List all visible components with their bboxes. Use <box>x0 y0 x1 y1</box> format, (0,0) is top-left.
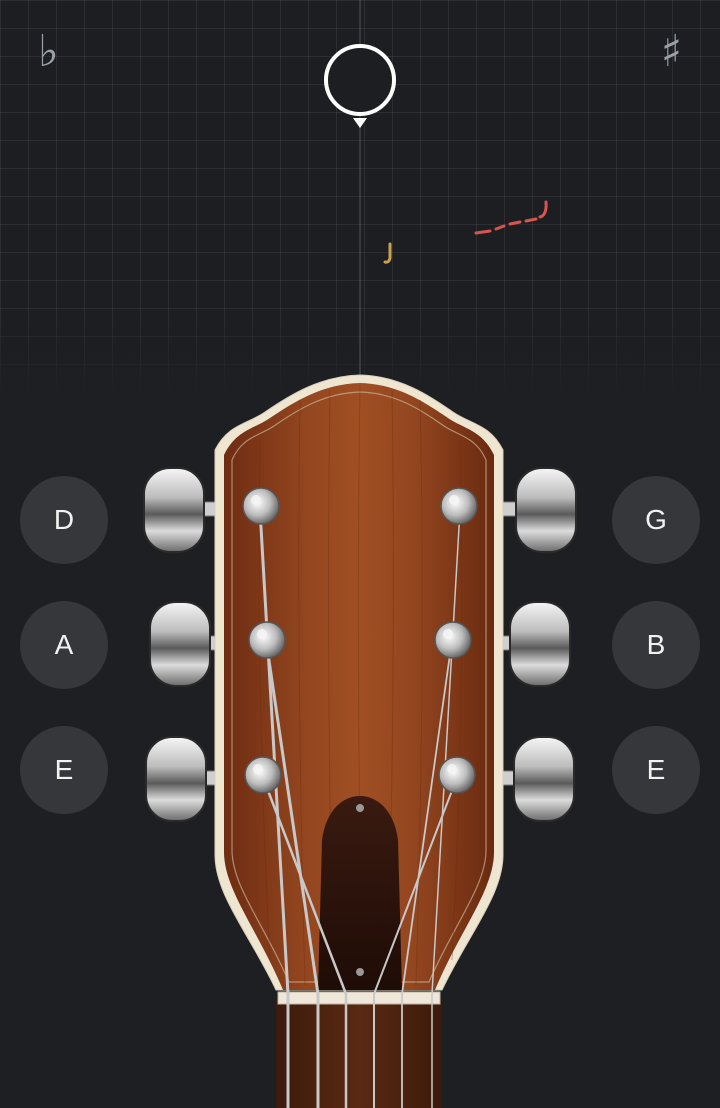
string-button-high-e[interactable]: E <box>612 726 700 814</box>
string-button-b[interactable]: B <box>612 601 700 689</box>
pitch-trace <box>383 200 548 264</box>
string-button-d[interactable]: D <box>20 476 108 564</box>
string-button-low-e[interactable]: E <box>20 726 108 814</box>
guitar-headstock <box>143 374 577 1108</box>
string-button-a[interactable]: A <box>20 601 108 689</box>
string-button-g[interactable]: G <box>612 476 700 564</box>
